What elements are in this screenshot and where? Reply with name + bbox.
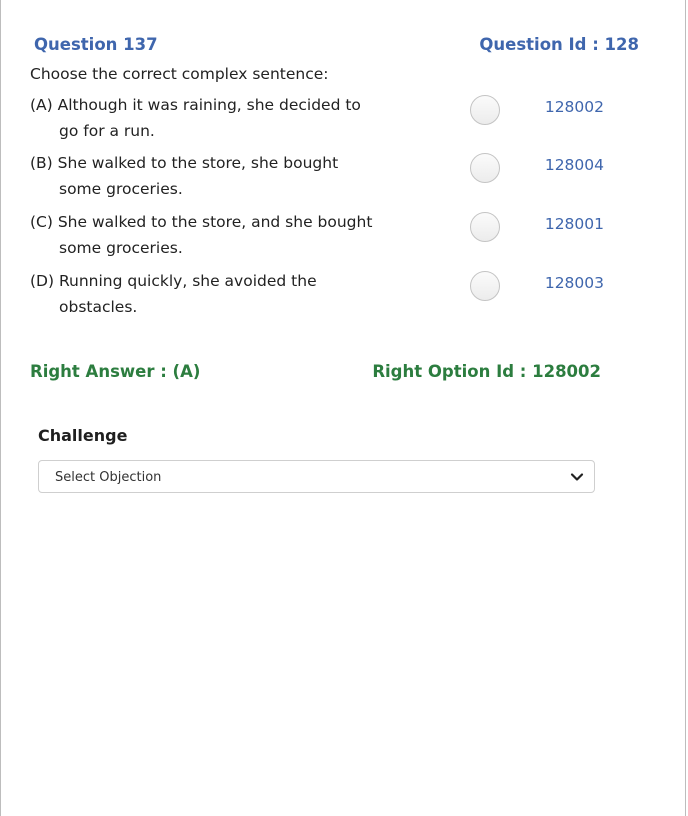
option-line-1: (C) She walked to the store, and she bou… [30,213,373,231]
option-line-1: (B) She walked to the store, she bought [30,154,339,172]
option-text: (B) She walked to the store, she bought … [30,150,410,202]
chevron-down-icon [570,473,584,481]
right-option-id: Right Option Id : 128002 [372,362,601,381]
option-line-1: (D) Running quickly, she avoided the [30,272,317,290]
option-a[interactable]: (A) Although it was raining, she decided… [30,92,610,146]
option-id: 128004 [544,156,604,174]
select-value: Select Objection [55,470,162,485]
right-answer: Right Answer : (A) [30,362,201,381]
option-id: 128001 [544,215,604,233]
option-line-1: (A) Although it was raining, she decided… [30,96,361,114]
option-c-radio[interactable] [470,212,500,242]
option-line-2: some groceries. [59,180,183,198]
option-text: (C) She walked to the store, and she bou… [30,209,410,261]
option-b-radio[interactable] [470,153,500,183]
option-d-radio[interactable] [470,271,500,301]
option-text: (D) Running quickly, she avoided the obs… [30,268,410,320]
question-panel: Question 137 Question Id : 128 Choose th… [0,0,686,816]
option-id: 128003 [544,274,604,292]
option-c[interactable]: (C) She walked to the store, and she bou… [30,209,610,263]
objection-select[interactable]: Select Objection [38,460,595,493]
question-number: Question 137 [34,35,158,54]
option-b[interactable]: (B) She walked to the store, she bought … [30,150,610,204]
option-line-2: go for a run. [59,122,155,140]
option-line-2: obstacles. [59,298,138,316]
answer-row: Right Answer : (A) Right Option Id : 128… [30,362,601,384]
option-line-2: some groceries. [59,239,183,257]
option-text: (A) Although it was raining, she decided… [30,92,410,144]
option-id: 128002 [544,98,604,116]
option-a-radio[interactable] [470,95,500,125]
option-d[interactable]: (D) Running quickly, she avoided the obs… [30,268,610,322]
challenge-label: Challenge [38,426,128,445]
question-id: Question Id : 128 [479,35,639,54]
question-text: Choose the correct complex sentence: [30,65,329,83]
question-header: Question 137 Question Id : 128 [34,35,639,57]
